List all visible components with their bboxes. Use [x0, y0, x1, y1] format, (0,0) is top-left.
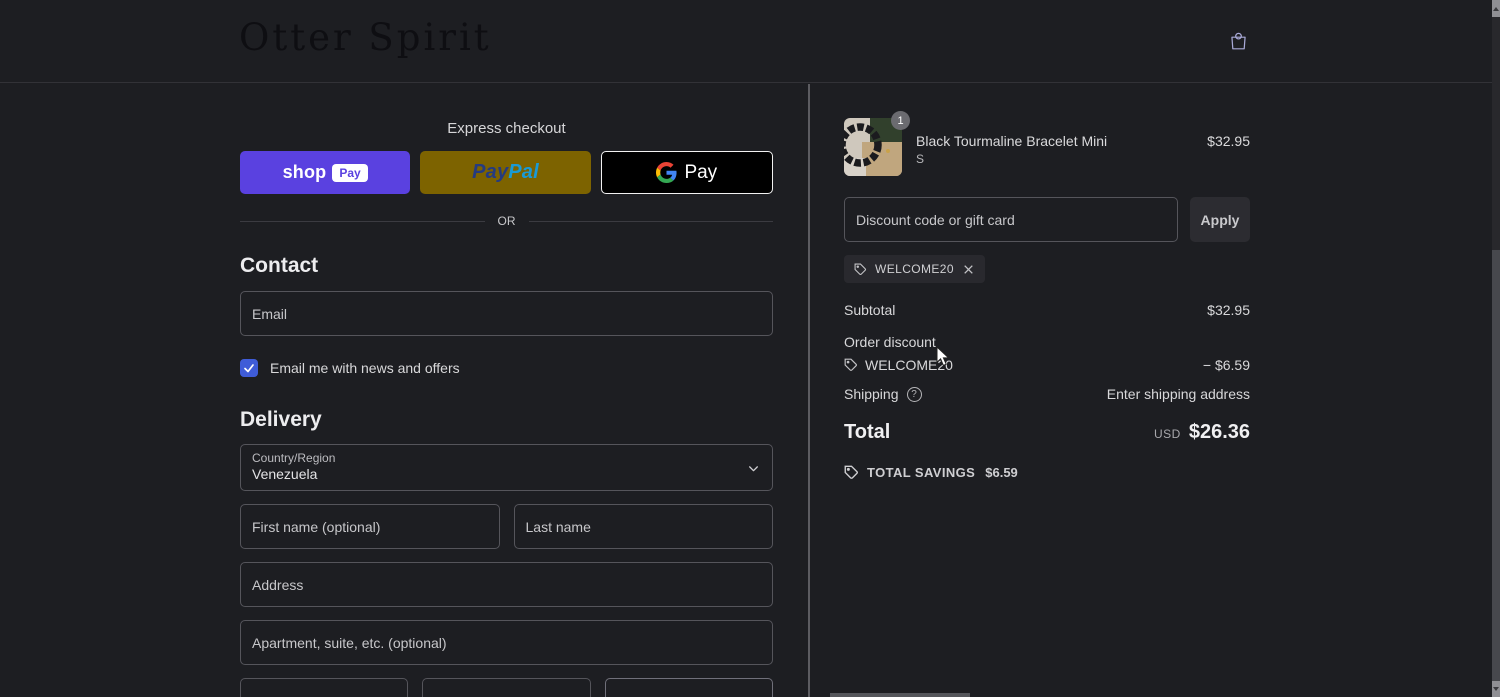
horizontal-scrollbar-thumb[interactable] — [830, 693, 970, 697]
vertical-scrollbar[interactable] — [1492, 0, 1500, 697]
express-buttons: shop Pay Pay Pal Pay — [240, 151, 773, 194]
address-field[interactable] — [240, 562, 773, 607]
total-amount-cell: USD $26.36 — [1154, 421, 1250, 444]
item-info: Black Tourmaline Bracelet Mini S — [916, 118, 1107, 166]
google-pay-label: Pay — [684, 161, 718, 183]
country-select-value: Venezuela — [252, 466, 318, 482]
total-value: $26.36 — [1188, 421, 1250, 443]
paypal-wordmark-pay: Pay — [472, 161, 509, 183]
product-thumbnail: 1 — [844, 111, 910, 176]
total-row: Total USD $26.36 — [844, 421, 1250, 444]
order-discount-row: Order discount — [844, 334, 1250, 350]
discount-amount: − $6.59 — [1202, 357, 1250, 373]
triangle-down-icon — [1493, 687, 1499, 691]
scroll-down-button[interactable] — [1492, 681, 1500, 697]
apply-discount-button[interactable]: Apply — [1190, 197, 1250, 242]
discount-amount-row: WELCOME20 − $6.59 — [844, 357, 1250, 373]
tag-icon — [844, 358, 857, 371]
shipping-cell: Shipping ? — [844, 386, 922, 402]
scroll-up-button[interactable] — [1492, 0, 1500, 17]
google-pay-button[interactable]: Pay — [600, 151, 773, 194]
shipping-value: Enter shipping address — [1106, 386, 1250, 402]
order-summary: 1 Black Tourmaline Bracelet Mini S $32.9… — [844, 84, 1250, 480]
column-divider — [808, 84, 810, 697]
total-savings-label: TOTAL SAVINGS — [867, 465, 976, 480]
checkout-page: Otter Spirit Express checkout shop Pay P… — [0, 0, 1500, 697]
total-label: Total — [844, 421, 891, 443]
applied-discount-chip: WELCOME20 — [844, 255, 985, 283]
subtotal-row: Subtotal $32.95 — [844, 302, 1250, 318]
check-icon — [244, 364, 254, 373]
item-variant: S — [916, 152, 925, 166]
city-state-zip-row — [240, 678, 773, 697]
or-label: OR — [497, 214, 516, 228]
or-divider: OR — [240, 214, 773, 228]
city-field[interactable] — [240, 678, 409, 697]
shipping-help-icon[interactable]: ? — [906, 386, 922, 402]
shipping-label: Shipping — [844, 386, 899, 402]
cart-bag-icon[interactable] — [1228, 30, 1249, 52]
discount-code-input[interactable] — [844, 197, 1178, 242]
contact-heading: Contact — [240, 254, 319, 277]
item-price: $32.95 — [1207, 133, 1250, 149]
quantity-badge: 1 — [891, 111, 910, 130]
last-name-field[interactable] — [513, 504, 773, 549]
triangle-up-icon — [1493, 6, 1499, 11]
apartment-field[interactable] — [240, 620, 773, 665]
shop-pay-button[interactable]: shop Pay — [240, 151, 411, 194]
total-savings-row: TOTAL SAVINGS $6.59 — [844, 465, 1250, 480]
store-logo[interactable]: Otter Spirit — [239, 16, 492, 59]
shipping-row: Shipping ? Enter shipping address — [844, 386, 1250, 402]
newsletter-label: Email me with news and offers — [270, 360, 460, 376]
paypal-button[interactable]: Pay Pal — [420, 151, 591, 194]
state-field[interactable] — [422, 678, 591, 697]
subtotal-label: Subtotal — [844, 302, 896, 318]
country-select[interactable]: Country/Region Venezuela — [240, 444, 773, 491]
divider-line — [240, 220, 485, 222]
order-discount-label: Order discount — [844, 334, 936, 350]
discount-code-text: WELCOME20 — [865, 357, 953, 373]
express-checkout-label: Express checkout — [447, 120, 566, 137]
cart-item-row: 1 Black Tourmaline Bracelet Mini S $32.9… — [844, 111, 1250, 176]
email-field[interactable] — [240, 291, 773, 336]
newsletter-row: Email me with news and offers — [240, 359, 773, 377]
paypal-wordmark-pal: Pal — [508, 161, 539, 183]
shop-pay-badge: Pay — [332, 163, 368, 182]
total-savings-value: $6.59 — [985, 465, 1018, 480]
name-row — [240, 504, 773, 549]
postal-code-field[interactable] — [604, 678, 773, 697]
first-name-field[interactable] — [240, 504, 500, 549]
delivery-heading: Delivery — [240, 408, 322, 431]
tag-icon — [844, 465, 858, 479]
newsletter-checkbox[interactable] — [240, 359, 258, 377]
discount-code-cell: WELCOME20 — [844, 357, 953, 373]
divider-line — [528, 220, 773, 222]
shop-pay-wordmark: shop — [282, 162, 327, 182]
vertical-scrollbar-thumb[interactable] — [1492, 250, 1500, 681]
google-g-icon — [656, 162, 677, 183]
chevron-down-icon — [749, 466, 758, 472]
discount-code-row: Apply — [844, 197, 1250, 242]
applied-discount-code: WELCOME20 — [875, 262, 954, 276]
checkout-form: Express checkout shop Pay Pay Pal Pay OR… — [240, 84, 773, 697]
subtotal-value: $32.95 — [1207, 302, 1250, 318]
currency-code: USD — [1153, 427, 1181, 441]
header: Otter Spirit — [0, 0, 1492, 83]
remove-discount-icon[interactable] — [962, 263, 975, 276]
country-select-label: Country/Region — [252, 451, 336, 465]
item-title: Black Tourmaline Bracelet Mini — [916, 133, 1108, 149]
tag-icon — [854, 263, 866, 275]
